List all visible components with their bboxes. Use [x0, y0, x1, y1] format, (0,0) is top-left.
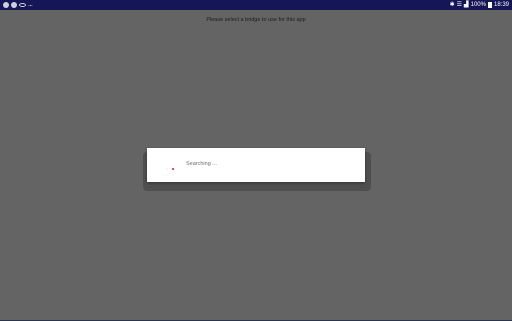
signal-icon: ▟ — [464, 2, 469, 8]
more-notifications-icon: ... — [28, 1, 33, 8]
status-bar-right: ✱ ☰ ▟ 100% 18:39 — [450, 0, 509, 10]
status-bar-left: ... — [3, 0, 33, 10]
searching-message: Searching ... — [186, 161, 217, 167]
notification-circle-icon — [11, 2, 17, 8]
notification-circle-icon — [3, 2, 9, 8]
wifi-icon: ☰ — [456, 2, 462, 8]
status-bar: ... ✱ ☰ ▟ 100% 18:39 — [0, 0, 512, 10]
progress-spinner-icon — [172, 168, 174, 170]
battery-percent: 100% — [470, 2, 486, 8]
bridge-select-prompt: Please select a bridge to use for this a… — [206, 17, 306, 23]
searching-dialog: Searching ... — [147, 148, 365, 182]
eye-icon — [19, 3, 26, 7]
clock: 18:39 — [493, 2, 509, 8]
battery-icon — [487, 2, 492, 8]
bluetooth-icon: ✱ — [449, 2, 455, 8]
